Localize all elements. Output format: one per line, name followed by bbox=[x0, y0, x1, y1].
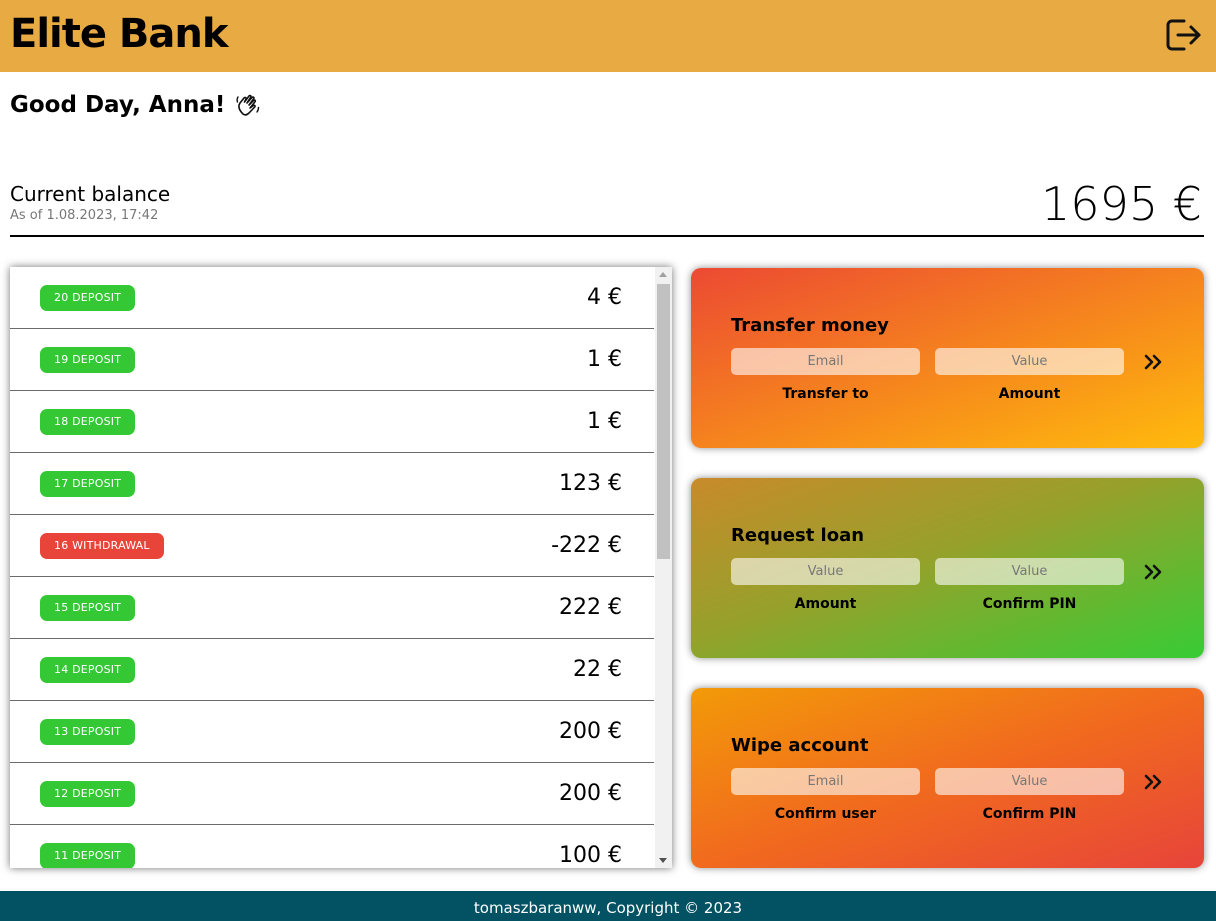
movement-amount: 22 € bbox=[573, 657, 622, 682]
movement-row: 11 DEPOSIT 100 € bbox=[10, 825, 654, 868]
double-chevron-right-icon bbox=[1144, 354, 1162, 370]
movement-row: 19 DEPOSIT 1 € bbox=[10, 329, 654, 391]
close-submit-button[interactable] bbox=[1139, 768, 1167, 796]
transfer-amount-label: Amount bbox=[998, 386, 1061, 402]
movement-row: 17 DEPOSIT 123 € bbox=[10, 453, 654, 515]
close-pin-label: Confirm PIN bbox=[982, 806, 1077, 822]
movement-type-badge: 13 DEPOSIT bbox=[40, 719, 136, 745]
loan-pin-label: Confirm PIN bbox=[982, 596, 1077, 612]
balance-date: As of 1.08.2023, 17:42 bbox=[10, 208, 159, 223]
movement-type-badge: 20 DEPOSIT bbox=[40, 285, 136, 311]
loan-amount-input[interactable] bbox=[731, 558, 920, 585]
movement-type-badge: 14 DEPOSIT bbox=[40, 657, 136, 683]
movement-amount: 100 € bbox=[559, 843, 622, 868]
scroll-up-arrow-icon[interactable] bbox=[659, 272, 667, 277]
movement-type-badge: 17 DEPOSIT bbox=[40, 471, 136, 497]
transfer-title: Transfer money bbox=[731, 315, 889, 336]
double-chevron-right-icon bbox=[1144, 774, 1162, 790]
transfer-submit-button[interactable] bbox=[1139, 348, 1167, 376]
loan-pin-input[interactable] bbox=[935, 558, 1124, 585]
movement-type-badge: 19 DEPOSIT bbox=[40, 347, 136, 373]
balance-label: Current balance bbox=[10, 182, 171, 206]
movement-amount: 4 € bbox=[587, 285, 622, 310]
loan-title: Request loan bbox=[731, 525, 865, 546]
close-user-input[interactable] bbox=[731, 768, 920, 795]
movement-type-badge: 18 DEPOSIT bbox=[40, 409, 136, 435]
loan-card: Request loan Amount Confirm PIN bbox=[691, 478, 1204, 658]
movement-row: 12 DEPOSIT 200 € bbox=[10, 763, 654, 825]
logout-icon[interactable] bbox=[1164, 16, 1204, 54]
scroll-down-arrow-icon[interactable] bbox=[659, 858, 667, 863]
movement-row: 13 DEPOSIT 200 € bbox=[10, 701, 654, 763]
movements-rows: 20 DEPOSIT 4 €19 DEPOSIT 1 €18 DEPOSIT 1 €1… bbox=[10, 267, 654, 868]
scrollbar[interactable] bbox=[655, 267, 672, 868]
movement-amount: 200 € bbox=[559, 719, 622, 744]
transfer-card: Transfer money Transfer to Amount bbox=[691, 268, 1204, 448]
movements-list[interactable]: 20 DEPOSIT 4 €19 DEPOSIT 1 €18 DEPOSIT 1 €1… bbox=[10, 267, 672, 868]
scrollbar-thumb[interactable] bbox=[657, 284, 670, 559]
app-logo: Elite Bank bbox=[10, 11, 228, 57]
movement-row: 14 DEPOSIT 22 € bbox=[10, 639, 654, 701]
close-account-card: Wipe account Confirm user Confirm PIN bbox=[691, 688, 1204, 868]
movement-row: 15 DEPOSIT 222 € bbox=[10, 577, 654, 639]
movement-amount: 200 € bbox=[559, 781, 622, 806]
movement-type-badge: 12 DEPOSIT bbox=[40, 781, 136, 807]
balance-value: 1695 € bbox=[1041, 177, 1202, 231]
close-pin-input[interactable] bbox=[935, 768, 1124, 795]
divider bbox=[10, 235, 1204, 237]
loan-submit-button[interactable] bbox=[1139, 558, 1167, 586]
movement-type-badge: 16 WITHDRAWAL bbox=[40, 533, 164, 559]
transfer-to-input[interactable] bbox=[731, 348, 920, 375]
movement-type-badge: 11 DEPOSIT bbox=[40, 843, 136, 868]
app-header: Elite Bank bbox=[0, 0, 1216, 72]
transfer-amount-input[interactable] bbox=[935, 348, 1124, 375]
greeting-text: Good Day, Anna! bbox=[10, 92, 226, 118]
movement-row: 18 DEPOSIT 1 € bbox=[10, 391, 654, 453]
close-user-label: Confirm user bbox=[774, 806, 877, 822]
close-title: Wipe account bbox=[731, 735, 869, 756]
movement-type-badge: 15 DEPOSIT bbox=[40, 595, 136, 621]
movement-amount: 222 € bbox=[559, 595, 622, 620]
movement-amount: 1 € bbox=[587, 347, 622, 372]
greeting: Good Day, Anna! bbox=[10, 90, 261, 120]
waving-hand-icon bbox=[235, 92, 261, 118]
movement-row: 20 DEPOSIT 4 € bbox=[10, 267, 654, 329]
movement-row: 16 WITHDRAWAL -222 € bbox=[10, 515, 654, 577]
movement-amount: 123 € bbox=[559, 471, 622, 496]
movement-amount: -222 € bbox=[551, 533, 622, 558]
footer: tomaszbaranww, Copyright © 2023 bbox=[0, 891, 1216, 921]
double-chevron-right-icon bbox=[1144, 564, 1162, 580]
movement-amount: 1 € bbox=[587, 409, 622, 434]
transfer-to-label: Transfer to bbox=[782, 386, 869, 402]
loan-amount-label: Amount bbox=[794, 596, 857, 612]
